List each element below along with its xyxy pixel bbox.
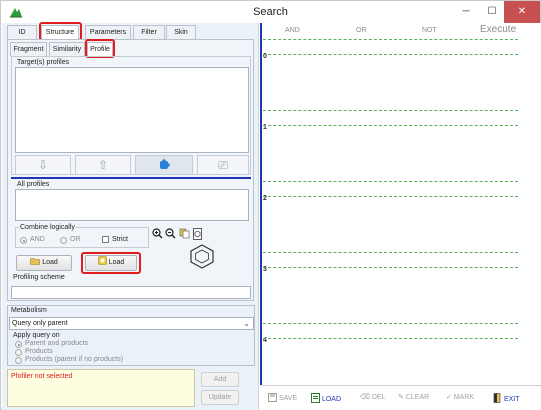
query-row-line [263,125,518,126]
metabolism-select-value: Query only parent [12,320,68,327]
query-axis-line [260,23,262,385]
query-row-line [263,196,518,197]
update-button[interactable]: Update [201,390,239,405]
tab-skin[interactable]: Skin [166,25,196,39]
query-row-line [263,338,518,339]
zoom-out-icon[interactable] [165,228,176,241]
profiling-scheme-field[interactable] [11,286,251,299]
status-message: Pfofiler not selected [11,373,73,380]
mark-button[interactable]: ✓ MARK [446,393,474,401]
profiling-scheme-label: Profiling scheme [13,274,65,281]
load-button[interactable]: LOAD [311,393,341,403]
query-panel [259,23,541,410]
apply-query-label: Apply query on [13,332,60,339]
tab-id[interactable]: ID [7,25,37,39]
eraser-icon: ⎚ [218,158,228,172]
query-row-line [263,323,518,324]
and-radio[interactable] [20,237,27,244]
exit-door-icon [493,393,501,403]
load-profiles-button[interactable]: Load [16,255,72,271]
products-parent-label: Products (parent if no products) [25,356,124,363]
mark-label: MARK [453,394,475,401]
arrow-up-icon: ⇧ [97,158,109,172]
floppy-icon [268,393,277,402]
checkmark-icon: ✓ [446,394,452,401]
save-button[interactable]: SAVE [268,393,297,402]
all-profiles-label: All profiles [17,181,50,188]
search-window: Search ─ ☐ ✕ ID Structure Parameters Fil… [0,0,541,410]
clear-button[interactable]: ✎ CLEAR [398,393,429,401]
query-row-line [263,252,518,253]
folder-icon [30,258,41,265]
metabolism-label: Metabolism [11,307,47,314]
clear-targets-button[interactable]: ⎚ [197,155,249,175]
copy-structure-icon[interactable] [179,228,190,241]
toolbar-separator [261,385,541,386]
tab-filter[interactable]: Filter [133,25,165,39]
query-row-line [263,181,518,182]
delete-icon: ⌫ [360,394,370,401]
load-label: LOAD [321,396,342,403]
tab-parameters[interactable]: Parameters [85,25,131,39]
strict-checkbox[interactable] [102,236,109,243]
arrow-down-icon: ⇩ [37,158,49,172]
tab-fragment[interactable]: Fragment [10,42,47,56]
profiler-button[interactable] [135,155,193,175]
targets-list[interactable] [15,67,249,153]
query-row-line [263,110,518,111]
tab-similarity[interactable]: Similarity [49,42,85,56]
exit-button[interactable]: EXIT [493,393,520,403]
clear-label: CLEAR [405,394,430,401]
benzene-structure-icon [188,243,216,271]
query-row-line [263,54,518,55]
all-profiles-list[interactable] [15,189,249,221]
separator-line [11,177,251,179]
combine-label: Combine logically [19,224,76,231]
or-column-header: OR [356,27,367,34]
and-label: AND [30,236,45,243]
query-row-line [263,39,518,40]
title-bar: Search ─ ☐ ✕ [1,1,540,23]
load-file-icon [311,393,320,403]
delete-label: DEL [371,394,386,401]
strict-label: Strict [112,236,128,243]
exit-label: EXIT [503,396,520,403]
chevron-down-icon: ⌄ [243,319,250,328]
metabolism-select[interactable]: Query only parent ⌄ [9,317,254,330]
delete-button[interactable]: ⌫ DEL [360,393,385,401]
move-up-button[interactable]: ⇧ [75,155,131,175]
add-button[interactable]: Add [201,372,239,387]
structure-editor-icon[interactable] [193,228,202,242]
query-row-line [263,267,518,268]
close-button[interactable]: ✕ [504,1,540,23]
broom-icon: ✎ [398,394,404,401]
execute-button[interactable]: Execute [480,24,516,35]
save-label: SAVE [278,395,298,402]
products-label: Products [25,348,53,355]
or-radio[interactable] [60,237,67,244]
load-profiles-label: Load [42,259,58,266]
parent-products-label: Parent and products [25,340,89,347]
products-parent-radio[interactable] [15,357,22,364]
parent-products-radio[interactable] [15,341,22,348]
not-column-header: NOT [422,27,437,34]
puzzle-icon [160,159,170,169]
maximize-button[interactable]: ☐ [479,1,505,23]
or-label: OR [70,236,81,243]
load-button-highlight [81,252,141,274]
zoom-in-icon[interactable] [152,228,163,241]
and-column-header: AND [285,27,300,34]
move-down-button[interactable]: ⇩ [15,155,71,175]
targets-label: Target(s) profiles [17,59,70,66]
minimize-button[interactable]: ─ [453,1,479,23]
products-radio[interactable] [15,349,22,356]
